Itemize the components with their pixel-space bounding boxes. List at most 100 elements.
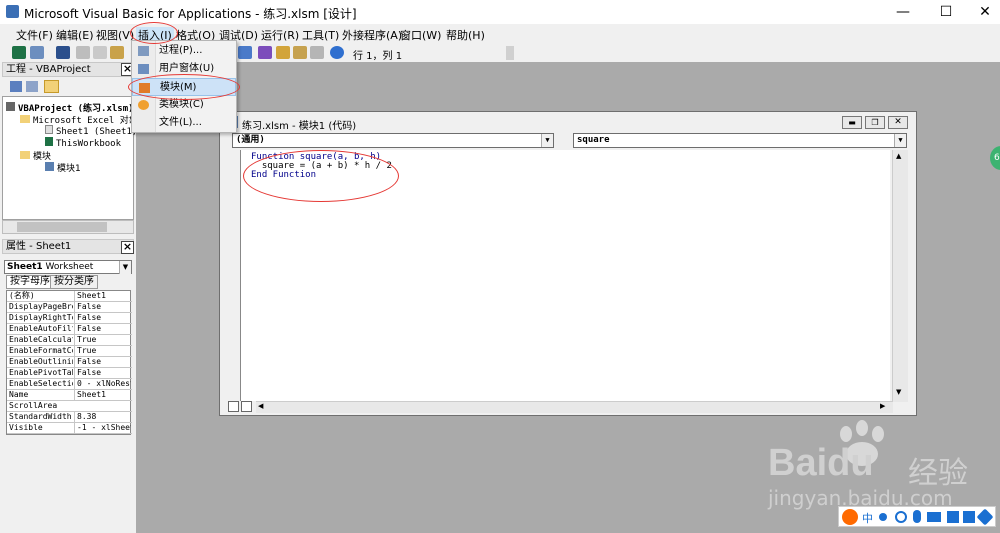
menu-help[interactable]: 帮助(H) (446, 27, 485, 43)
property-value[interactable]: Sheet1 (74, 291, 131, 301)
menu-view[interactable]: 视图(V) (96, 27, 134, 43)
scroll-thumb[interactable] (17, 222, 107, 232)
property-value[interactable]: Sheet1 (74, 390, 131, 400)
project-tree-scrollbar[interactable] (2, 220, 134, 234)
excel-icon[interactable] (12, 46, 26, 59)
code-vscrollbar[interactable]: ▲ ▼ (892, 150, 908, 402)
property-key: EnableFormatConditionsCalculation (9, 346, 73, 355)
code-hscrollbar[interactable]: ◀ ▶ (256, 401, 893, 413)
property-value[interactable]: 8.38 (74, 412, 131, 422)
chevron-down-icon[interactable]: ▼ (119, 261, 131, 274)
full-module-view-icon[interactable] (241, 401, 252, 412)
punctuation-icon[interactable] (879, 513, 887, 521)
menu-run[interactable]: 运行(R) (261, 27, 299, 43)
property-row[interactable]: EnableSelection0 - xlNoRestrictions (7, 379, 132, 390)
property-row[interactable]: Name Sheet1 (7, 390, 132, 401)
tab-alphabetic[interactable]: 按字母序 (6, 275, 54, 289)
scroll-left-icon[interactable]: ◀ (258, 402, 263, 410)
property-value[interactable]: False (74, 302, 131, 312)
menu-tools[interactable]: 工具(T) (302, 27, 339, 43)
chevron-down-icon[interactable]: ▼ (541, 134, 553, 147)
annotation-circle-module-item (128, 74, 240, 100)
property-row[interactable]: StandardWidth 8.38 (7, 412, 132, 423)
project-tree: VBAProject (练习.xlsm) Microsoft Excel 对象 … (2, 96, 138, 220)
procedure-view-icon[interactable] (228, 401, 239, 412)
property-row[interactable]: DisplayRightToLeftFalse (7, 313, 132, 324)
procedure-combo[interactable]: square ▼ (573, 133, 907, 148)
property-value[interactable]: 0 - xlNoRestrictions (74, 379, 131, 389)
code-minimize-button[interactable]: ▬ (842, 116, 862, 129)
menu-window[interactable]: 窗口(W) (400, 27, 441, 43)
view-object-icon[interactable] (26, 81, 38, 92)
minimize-button[interactable]: — (880, 0, 926, 24)
property-row[interactable]: EnableFormatConditionsCalculationTrue (7, 346, 132, 357)
properties-pane-title: 属性 - Sheet1 (6, 241, 72, 252)
property-value[interactable]: True (74, 346, 131, 356)
property-row[interactable]: DisplayPageBreaksFalse (7, 302, 132, 313)
property-value[interactable]: True (74, 335, 131, 345)
scroll-up-icon[interactable]: ▲ (896, 152, 901, 160)
paste-icon[interactable] (110, 46, 124, 59)
property-row[interactable]: Visible -1 - xlSheetVisible (7, 423, 132, 434)
menu-file[interactable]: 文件(F) (16, 27, 53, 43)
shirt-icon[interactable] (963, 511, 975, 523)
toolbar-options-icon[interactable] (506, 46, 514, 60)
properties-pane-close-icon[interactable]: × (121, 241, 134, 254)
property-row[interactable]: EnableCalculationTrue (7, 335, 132, 346)
cut-icon[interactable] (76, 46, 90, 59)
property-row[interactable]: EnableAutoFilterFalse (7, 324, 132, 335)
scroll-down-icon[interactable]: ▼ (896, 388, 901, 396)
property-row[interactable]: ScrollArea (7, 401, 132, 412)
menu-addins[interactable]: 外接程序(A) (342, 27, 402, 43)
folder-icon (20, 151, 30, 159)
save-icon[interactable] (56, 46, 70, 59)
chevron-down-icon[interactable]: ▼ (894, 134, 906, 147)
code-window-title: 练习.xlsm - 模块1 (代码) (242, 121, 357, 132)
property-value[interactable]: False (74, 368, 131, 378)
property-value[interactable]: False (74, 324, 131, 334)
toggle-folders-icon[interactable] (44, 80, 59, 93)
view-code-icon[interactable] (10, 81, 22, 92)
tree-node-thisworkbook[interactable]: ThisWorkbook (45, 137, 121, 149)
properties-window-icon[interactable] (276, 46, 290, 59)
properties-object-select[interactable]: Sheet1 Worksheet ▼ (4, 260, 132, 274)
wrench-icon[interactable] (976, 508, 994, 526)
property-row[interactable]: EnableOutliningFalse (7, 357, 132, 368)
project-explorer-icon[interactable] (258, 46, 272, 59)
scroll-right-icon[interactable]: ▶ (880, 402, 885, 410)
property-key: DisplayPageBreaks (9, 302, 73, 311)
prop-object-name: Sheet1 (7, 262, 43, 272)
menu-item-file[interactable]: 文件(L)... (132, 114, 236, 132)
property-value[interactable]: False (74, 357, 131, 367)
property-value[interactable]: -1 - xlSheetVisible (74, 423, 131, 433)
tree-node-module1[interactable]: 模块1 (45, 161, 81, 174)
object-combo[interactable]: (通用) ▼ (232, 133, 554, 148)
procedure-icon (138, 46, 149, 56)
code-close-button[interactable]: ✕ (888, 116, 908, 129)
folder-icon (20, 115, 30, 123)
code-restore-button[interactable]: ❐ (865, 116, 885, 129)
design-mode-icon[interactable] (238, 46, 252, 59)
menu-item-procedure[interactable]: 过程(P)... (132, 42, 236, 60)
object-browser-icon[interactable] (293, 46, 307, 59)
property-key: StandardWidth (9, 412, 72, 421)
property-key: Visible (9, 423, 43, 432)
close-button[interactable]: ✕ (962, 0, 1000, 24)
property-value[interactable]: False (74, 313, 131, 323)
copy-icon[interactable] (93, 46, 107, 59)
title-bar: Microsoft Visual Basic for Applications … (0, 0, 1000, 24)
property-row[interactable]: EnablePivotTableFalse (7, 368, 132, 379)
emoji-icon[interactable] (895, 511, 907, 523)
voice-icon[interactable] (913, 510, 921, 523)
keyboard-icon[interactable] (927, 512, 941, 522)
sogou-icon[interactable] (842, 509, 858, 525)
ime-mode-label[interactable]: 中 (862, 510, 873, 526)
toolbox-icon[interactable] (310, 46, 324, 59)
help-icon[interactable] (330, 46, 344, 59)
tab-categorized[interactable]: 按分类序 (50, 275, 98, 289)
skin-icon[interactable] (947, 511, 959, 523)
insert-userform-icon[interactable] (30, 46, 44, 59)
menu-edit[interactable]: 编辑(E) (56, 27, 94, 43)
tree-node-sheet1[interactable]: Sheet1 (Sheet1) (45, 125, 137, 137)
property-row[interactable]: (名称) Sheet1 (7, 291, 132, 302)
